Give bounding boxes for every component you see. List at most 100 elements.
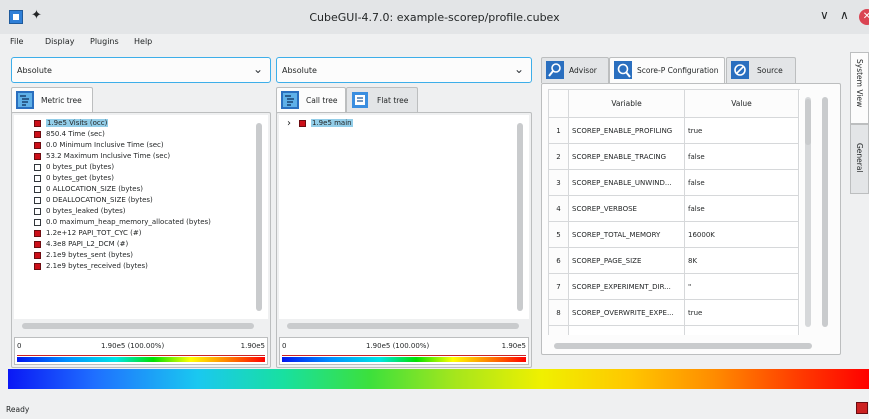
cell-value[interactable]: false <box>685 196 799 222</box>
close-button[interactable]: ✕ <box>859 9 869 25</box>
maximize-button[interactable]: ∧ <box>840 8 849 22</box>
tree-row[interactable]: 1.9e5 Visits (occ) <box>14 118 254 129</box>
cell-value[interactable]: true <box>685 118 799 144</box>
scale-gradient <box>282 357 526 362</box>
window-title: CubeGUI-4.7.0: example-scorep/profile.cu… <box>309 11 560 24</box>
metric-tree[interactable]: 1.9e5 Visits (occ) 850.4 Time (sec) 0.0 Mi… <box>14 115 268 319</box>
cell-value[interactable]: false <box>685 144 799 170</box>
row-number[interactable]: 4 <box>549 196 569 222</box>
cell-variable[interactable]: SCOREP_VERBOSE <box>569 196 685 222</box>
tree-row-label: 0 ALLOCATION_SIZE (bytes) <box>46 185 143 193</box>
tab-system-view[interactable]: System View <box>850 52 869 124</box>
scale-min: 0 <box>17 342 22 350</box>
tree-row-label: 53.2 Maximum Inclusive Time (sec) <box>46 152 171 160</box>
tree-row-label: 0.0 maximum_heap_memory_allocated (bytes… <box>46 218 211 226</box>
cell-variable[interactable]: SCOREP_PAGE_SIZE <box>569 248 685 274</box>
tree-row[interactable]: 0 bytes_put (bytes) <box>14 162 254 173</box>
tree-row-label: 0.0 Minimum Inclusive Time (sec) <box>46 141 164 149</box>
tab-general-label: General <box>855 143 864 173</box>
tab-scorep-configuration-label: Score-P Configuration <box>637 66 719 75</box>
tree-row[interactable]: 0 bytes_leaked (bytes) <box>14 206 254 217</box>
cell-variable[interactable]: SCOREP_TOTAL_MEMORY <box>569 222 685 248</box>
tab-general[interactable]: General <box>850 124 869 194</box>
call-mode-select[interactable]: Absolute ⌄ <box>276 57 532 83</box>
call-color-scale: 0 1.90e5 (100.00%) 1.90e5 <box>279 337 529 365</box>
column-header-value[interactable]: Value <box>685 90 799 118</box>
tab-flat-tree[interactable]: Flat tree <box>346 87 418 113</box>
tree-row-label: 0 bytes_leaked (bytes) <box>46 207 126 215</box>
menu-plugins[interactable]: Plugins <box>90 37 119 46</box>
tree-row[interactable]: 850.4 Time (sec) <box>14 129 254 140</box>
cell-value[interactable]: 16000K <box>685 222 799 248</box>
metric-tree-icon <box>16 91 34 109</box>
tab-metric-tree[interactable]: Metric tree <box>11 87 93 113</box>
row-number[interactable]: 3 <box>549 170 569 196</box>
tree-row[interactable]: 0 bytes_get (bytes) <box>14 173 254 184</box>
metric-horizontal-scrollbar[interactable] <box>22 323 254 329</box>
call-vertical-scrollbar[interactable] <box>517 123 523 311</box>
tree-row-label: 4.3e8 PAPI_L2_DCM (#) <box>46 240 129 248</box>
tab-call-tree[interactable]: Call tree <box>276 87 346 113</box>
scale-max: 1.90e5 <box>240 342 265 350</box>
tab-scorep-configuration[interactable]: Score-P Configuration <box>609 57 725 83</box>
menu-file[interactable]: File <box>10 37 23 46</box>
chevron-down-icon: ⌄ <box>252 62 263 76</box>
column-header-variable[interactable]: Variable <box>569 90 685 118</box>
tree-row-label: 1.2e+12 PAPI_TOT_CYC (#) <box>46 229 142 237</box>
tree-row-label: 0 bytes_get (bytes) <box>46 174 114 182</box>
tree-row[interactable]: › 1.9e5 main <box>279 118 529 129</box>
cell-variable[interactable]: SCOREP_OVERWRITE_EXPE... <box>569 300 685 326</box>
call-tree-icon <box>281 91 299 109</box>
call-horizontal-scrollbar[interactable] <box>287 323 519 329</box>
cell-value[interactable]: false <box>685 170 799 196</box>
cell-value[interactable]: "Linux" <box>685 326 799 335</box>
panel-vertical-scrollbar[interactable] <box>822 97 828 327</box>
tab-source[interactable]: Source <box>726 57 796 83</box>
call-tree[interactable]: › 1.9e5 main <box>279 115 529 319</box>
row-number[interactable]: 6 <box>549 248 569 274</box>
tree-row[interactable]: 2.1e9 bytes_received (bytes) <box>14 261 254 272</box>
row-number[interactable]: 1 <box>549 118 569 144</box>
metric-color-box <box>34 263 41 270</box>
row-number[interactable]: 9 <box>549 326 569 335</box>
table-corner <box>549 90 569 118</box>
row-number[interactable]: 5 <box>549 222 569 248</box>
tree-row[interactable]: 4.3e8 PAPI_L2_DCM (#) <box>14 239 254 250</box>
metric-vertical-scrollbar[interactable] <box>256 123 262 311</box>
row-number[interactable]: 7 <box>549 274 569 300</box>
tree-row[interactable]: 2.1e9 bytes_sent (bytes) <box>14 250 254 261</box>
call-panel: › 1.9e5 main 0 1.90e5 (100.00%) 1.90e5 <box>276 112 532 368</box>
table-vertical-scrollbar[interactable] <box>805 99 811 145</box>
tab-advisor[interactable]: Advisor <box>541 57 609 83</box>
menu-help[interactable]: Help <box>134 37 152 46</box>
tree-row[interactable]: 1.2e+12 PAPI_TOT_CYC (#) <box>14 228 254 239</box>
row-number[interactable]: 8 <box>549 300 569 326</box>
tab-advisor-label: Advisor <box>569 66 597 75</box>
cell-value[interactable]: 8K <box>685 248 799 274</box>
status-text: Ready <box>6 405 30 414</box>
menu-display[interactable]: Display <box>45 37 75 46</box>
cell-value[interactable]: " <box>685 274 799 300</box>
status-icon <box>856 402 868 414</box>
tree-row[interactable]: 0.0 maximum_heap_memory_allocated (bytes… <box>14 217 254 228</box>
cell-value[interactable]: true <box>685 300 799 326</box>
expand-icon[interactable]: › <box>287 118 291 129</box>
tree-row[interactable]: 0 ALLOCATION_SIZE (bytes) <box>14 184 254 195</box>
cell-variable[interactable]: SCOREP_EXPERIMENT_DIR... <box>569 274 685 300</box>
scale-min: 0 <box>282 342 287 350</box>
tab-metric-tree-label: Metric tree <box>41 96 82 105</box>
minimize-button[interactable]: ∨ <box>820 8 829 22</box>
source-icon <box>731 61 749 79</box>
cell-variable[interactable]: SCOREP_ENABLE_PROFILING <box>569 118 685 144</box>
tab-system-view-label: System View <box>855 59 864 108</box>
cell-variable[interactable]: SCOREP_MACHINE_NAME <box>569 326 685 335</box>
tree-row[interactable]: 0.0 Minimum Inclusive Time (sec) <box>14 140 254 151</box>
tree-row[interactable]: 53.2 Maximum Inclusive Time (sec) <box>14 151 254 162</box>
table-horizontal-scrollbar[interactable] <box>554 343 812 349</box>
cell-variable[interactable]: SCOREP_ENABLE_TRACING <box>569 144 685 170</box>
row-number[interactable]: 2 <box>549 144 569 170</box>
metric-color-box <box>34 175 41 182</box>
tree-row[interactable]: 0 DEALLOCATION_SIZE (bytes) <box>14 195 254 206</box>
cell-variable[interactable]: SCOREP_ENABLE_UNWIND... <box>569 170 685 196</box>
metric-mode-select[interactable]: Absolute ⌄ <box>11 57 271 83</box>
